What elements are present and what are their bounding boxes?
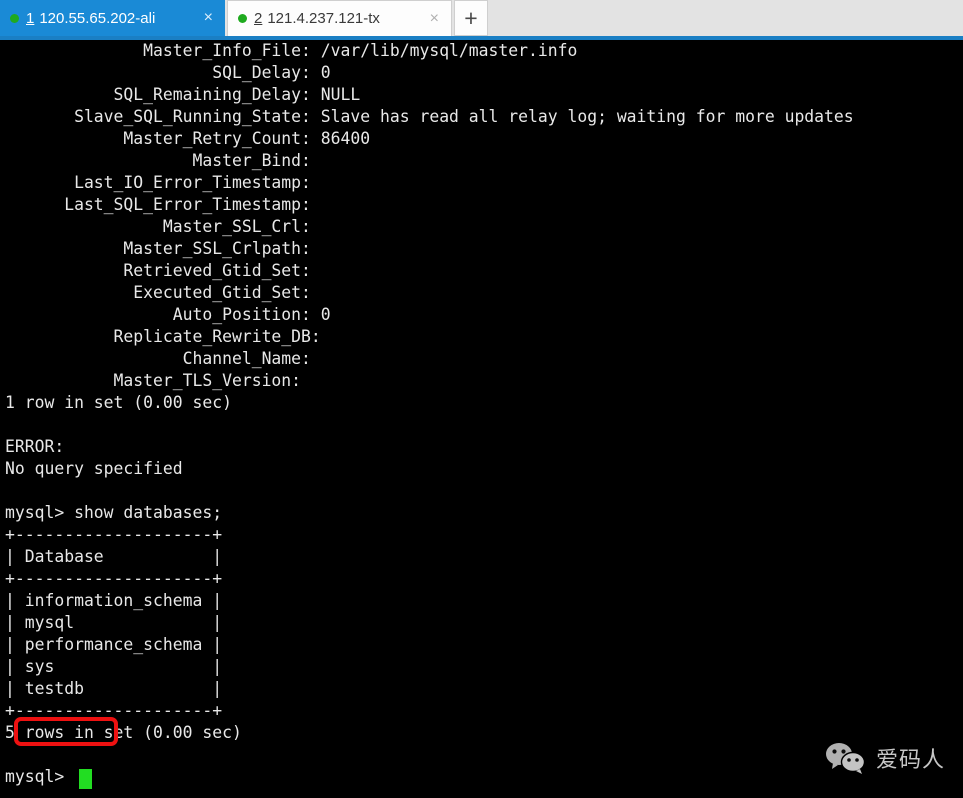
green-dot-icon (10, 13, 19, 23)
tab-1-title: 120.55.65.202-ali (39, 9, 156, 27)
terminal-line: ERROR: (5, 437, 75, 456)
terminal-text: Master_Info_File: /var/lib/mysql/master.… (5, 40, 854, 788)
tab-1[interactable]: 1 120.55.65.202-ali × (0, 0, 225, 36)
plus-icon: + (464, 4, 478, 31)
terminal-line: Master_SSL_Crl: (5, 217, 321, 236)
terminal-line: mysql> show databases; (5, 503, 223, 522)
terminal-line: Slave_SQL_Running_State: Slave has read … (5, 107, 854, 126)
terminal-line: 5 rows in set (0.00 sec) (5, 723, 242, 742)
terminal-line: | mysql | (5, 613, 223, 632)
close-icon[interactable]: × (424, 10, 445, 27)
close-icon[interactable]: × (198, 10, 219, 26)
terminal-line: Last_IO_Error_Timestamp: (5, 173, 321, 192)
terminal-line: Master_Retry_Count: 86400 (5, 129, 371, 148)
new-tab-button[interactable]: + (454, 0, 488, 36)
terminal-line: No query specified (5, 459, 183, 478)
terminal-line: | performance_schema | (5, 635, 223, 654)
terminal-line: mysql> (5, 767, 75, 786)
watermark-text: 爱码人 (875, 748, 945, 773)
green-dot-icon (238, 14, 247, 23)
terminal-line: +--------------------+ (5, 569, 223, 588)
terminal-line: Master_TLS_Version: (5, 371, 311, 390)
tab-2[interactable]: 2 121.4.237.121-tx × (227, 0, 452, 36)
terminal-line: Auto_Position: 0 (5, 305, 331, 324)
terminal-line: Master_Info_File: /var/lib/mysql/master.… (5, 41, 578, 60)
terminal-line: SQL_Remaining_Delay: NULL (5, 85, 361, 104)
terminal-line: | sys | (5, 657, 223, 676)
terminal-line: +--------------------+ (5, 525, 223, 544)
terminal-output-pane[interactable]: Master_Info_File: /var/lib/mysql/master.… (0, 40, 963, 798)
watermark: 爱码人 (825, 742, 945, 774)
terminal-line: Master_Bind: (5, 151, 321, 170)
tab-2-title: 121.4.237.121-tx (267, 10, 380, 27)
wechat-icon (825, 743, 866, 774)
terminal-line: Last_SQL_Error_Timestamp: (5, 195, 321, 214)
terminal-line: Retrieved_Gtid_Set: (5, 261, 321, 280)
tab-bar-empty-area (488, 0, 963, 36)
terminal-line: +--------------------+ (5, 701, 223, 720)
terminal-line: SQL_Delay: 0 (5, 63, 331, 82)
terminal-cursor (79, 769, 92, 789)
terminal-line: 1 row in set (0.00 sec) (5, 393, 232, 412)
terminal-line: Master_SSL_Crlpath: (5, 239, 321, 258)
terminal-line: | information_schema | (5, 591, 223, 610)
terminal-line: Executed_Gtid_Set: (5, 283, 321, 302)
tab-1-index: 1 (26, 9, 35, 27)
terminal-line: | Database | (5, 547, 223, 566)
tab-2-index: 2 (254, 10, 263, 27)
terminal-line: Channel_Name: (5, 349, 321, 368)
terminal-line: Replicate_Rewrite_DB: (5, 327, 331, 346)
tab-bar: 1 120.55.65.202-ali × 2 121.4.237.121-tx… (0, 0, 963, 40)
terminal-line: | testdb | (5, 679, 223, 698)
